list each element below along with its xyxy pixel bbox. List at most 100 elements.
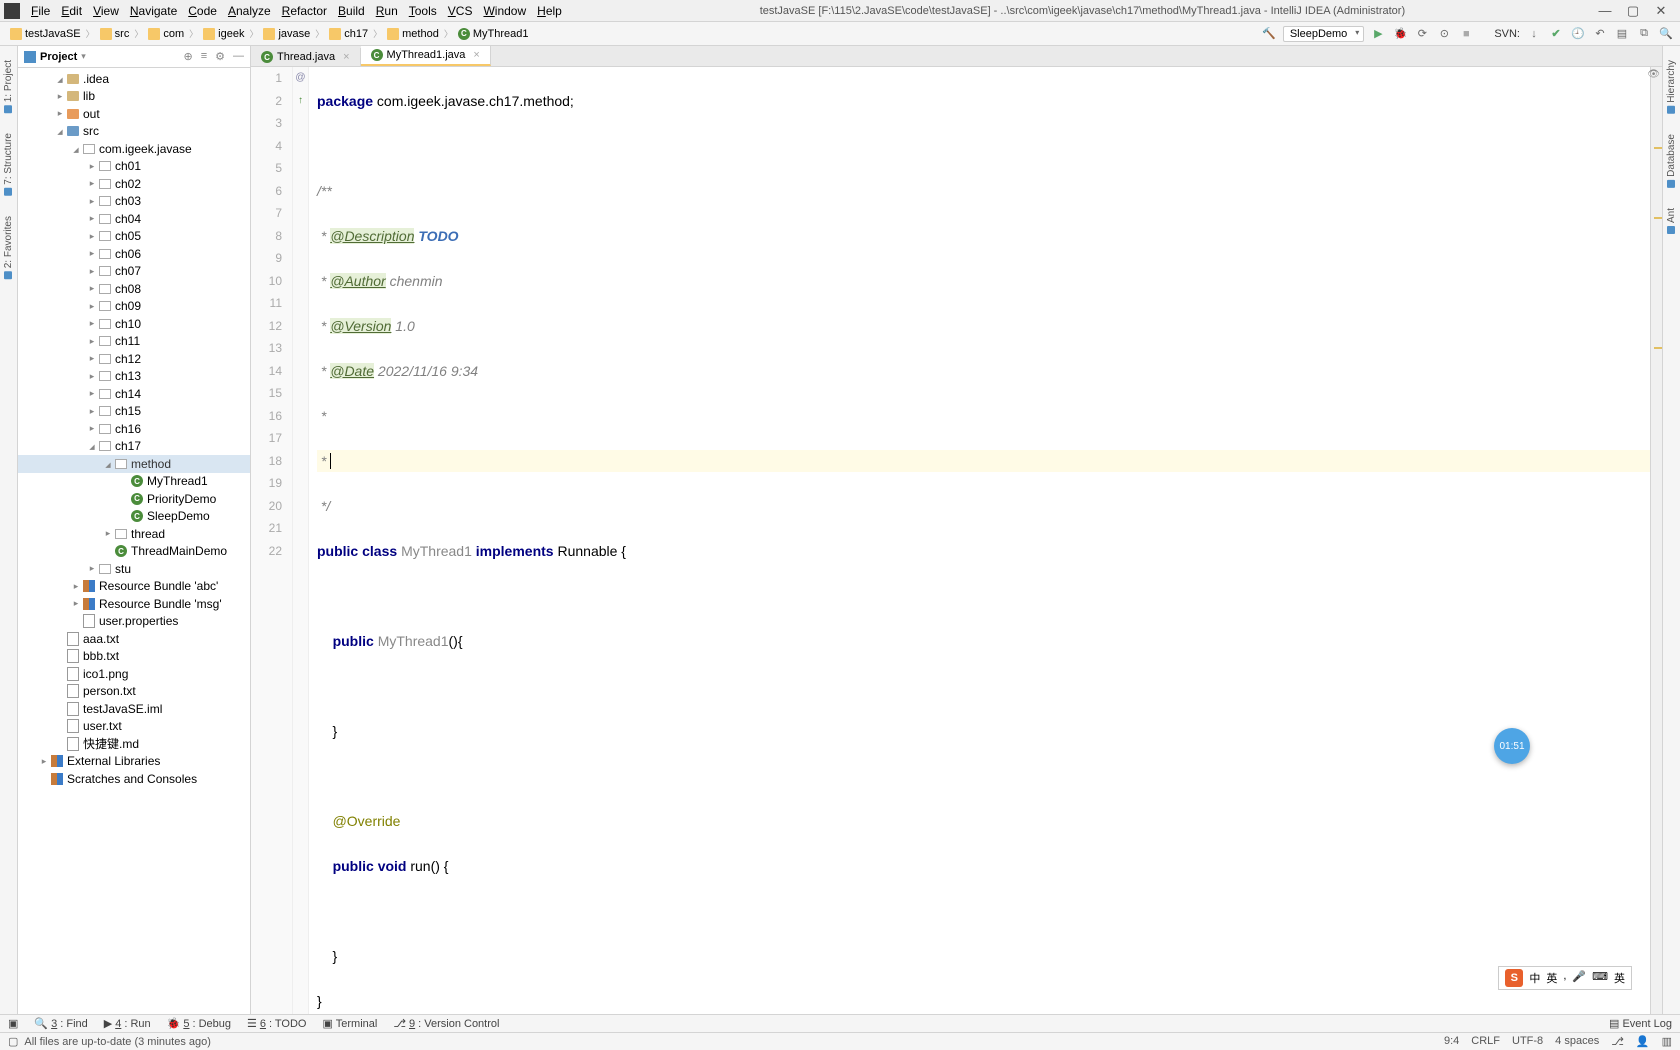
tree-node-prioritydemo[interactable]: CPriorityDemo <box>18 490 250 508</box>
svn-update-icon[interactable]: ↓ <box>1526 26 1542 42</box>
scroll-from-source-icon[interactable]: ⊕ <box>183 50 192 63</box>
close-tab-icon[interactable]: × <box>343 51 349 63</box>
warning-marker[interactable] <box>1654 347 1662 349</box>
tree-node-resource-bundle--abc-[interactable]: Resource Bundle 'abc' <box>18 578 250 596</box>
search-icon[interactable]: 🔍 <box>1658 26 1674 42</box>
tree-node-ch05[interactable]: ch05 <box>18 228 250 246</box>
svn-commit-icon[interactable]: ✔ <box>1548 26 1564 42</box>
tree-node-aaa-txt[interactable]: aaa.txt <box>18 630 250 648</box>
ime-lang[interactable]: 中 <box>1529 970 1540 986</box>
gutter-mark-icon[interactable]: @ <box>293 67 308 90</box>
file-encoding[interactable]: UTF-8 <box>1512 1035 1543 1048</box>
breadcrumb-mythread1[interactable]: CMyThread1 <box>454 27 533 41</box>
tree-node-ch08[interactable]: ch08 <box>18 280 250 298</box>
tree-node-user-properties[interactable]: user.properties <box>18 613 250 631</box>
ime-item[interactable]: ⌨ <box>1592 970 1608 986</box>
inspection-icon[interactable]: 👤 <box>1636 1035 1650 1048</box>
stop-icon[interactable]: ■ <box>1458 26 1474 42</box>
editor-tab-mythread1-java[interactable]: CMyThread1.java× <box>361 46 491 66</box>
tree-node-external-libraries[interactable]: External Libraries <box>18 753 250 771</box>
tree-node-src[interactable]: src <box>18 123 250 141</box>
tree-node-thread[interactable]: thread <box>18 525 250 543</box>
warning-marker[interactable] <box>1654 147 1662 149</box>
tool-tab-favorites[interactable]: 2: Favorites <box>1 210 16 285</box>
tree-node-com-igeek-javase[interactable]: com.igeek.javase <box>18 140 250 158</box>
maximize-button[interactable]: ▢ <box>1626 4 1640 18</box>
ime-item[interactable]: 🎤 <box>1572 970 1586 986</box>
tool-tab-ant[interactable]: Ant <box>1664 202 1679 240</box>
tree-node-person-txt[interactable]: person.txt <box>18 683 250 701</box>
warning-marker[interactable] <box>1654 217 1662 219</box>
bottom-tool-version-control[interactable]: ⎇ 9: Version Control <box>393 1017 499 1030</box>
breadcrumb-ch17[interactable]: ch17 <box>325 27 372 41</box>
tree-node-ch12[interactable]: ch12 <box>18 350 250 368</box>
tree-node--idea[interactable]: .idea <box>18 70 250 88</box>
panel-settings-icon[interactable]: ⚙ <box>215 50 225 63</box>
ime-item[interactable]: , <box>1563 970 1566 986</box>
sogou-icon[interactable]: S <box>1505 969 1523 987</box>
close-tab-icon[interactable]: × <box>473 49 479 61</box>
code-area[interactable]: package com.igeek.javase.ch17.method; /*… <box>309 67 1650 1014</box>
build-icon[interactable]: 🔨 <box>1261 26 1277 42</box>
minimize-button[interactable]: — <box>1598 4 1612 18</box>
tree-node-ch11[interactable]: ch11 <box>18 333 250 351</box>
tree-node-ch15[interactable]: ch15 <box>18 403 250 421</box>
line-ending[interactable]: CRLF <box>1471 1035 1500 1048</box>
project-dropdown-icon[interactable]: ▾ <box>81 51 86 62</box>
menu-view[interactable]: View <box>88 4 124 18</box>
run-icon[interactable]: ▶ <box>1370 26 1386 42</box>
menu-refactor[interactable]: Refactor <box>277 4 332 18</box>
menu-tools[interactable]: Tools <box>404 4 442 18</box>
menu-build[interactable]: Build <box>333 4 370 18</box>
caret-position[interactable]: 9:4 <box>1444 1035 1459 1048</box>
tree-node-ch16[interactable]: ch16 <box>18 420 250 438</box>
event-log-button[interactable]: ▤ Event Log <box>1609 1017 1672 1030</box>
editor-tab-thread-java[interactable]: CThread.java× <box>251 48 361 66</box>
menu-navigate[interactable]: Navigate <box>125 4 182 18</box>
collapse-all-icon[interactable]: ≡ <box>201 50 207 63</box>
override-gutter-icon[interactable]: ↑ <box>293 90 308 113</box>
menu-file[interactable]: File <box>26 4 55 18</box>
inspection-eye-icon[interactable]: 👁 <box>1647 69 1660 80</box>
run-config-select[interactable]: SleepDemo <box>1283 26 1364 42</box>
menu-run[interactable]: Run <box>371 4 403 18</box>
tree-node-stu[interactable]: stu <box>18 560 250 578</box>
coverage-icon[interactable]: ⟳ <box>1414 26 1430 42</box>
tree-node-lib[interactable]: lib <box>18 88 250 106</box>
indent-size[interactable]: 4 spaces <box>1555 1035 1599 1048</box>
bottom-tool-run[interactable]: ▶ 4: Run <box>104 1017 151 1030</box>
hide-panel-icon[interactable]: — <box>233 50 244 63</box>
menu-help[interactable]: Help <box>532 4 567 18</box>
tree-node-out[interactable]: out <box>18 105 250 123</box>
tool-tab-database[interactable]: Database <box>1664 128 1679 194</box>
menu-analyze[interactable]: Analyze <box>223 4 276 18</box>
tree-node-ch17[interactable]: ch17 <box>18 438 250 456</box>
tree-node-ch10[interactable]: ch10 <box>18 315 250 333</box>
tree-node-user-txt[interactable]: user.txt <box>18 718 250 736</box>
ime-item[interactable]: 英 <box>1546 970 1557 986</box>
tree-node-ch03[interactable]: ch03 <box>18 193 250 211</box>
tree-node-ch07[interactable]: ch07 <box>18 263 250 281</box>
tree-node-ch01[interactable]: ch01 <box>18 158 250 176</box>
tool-tab-hierarchy[interactable]: Hierarchy <box>1664 54 1679 120</box>
ime-bar[interactable]: S 中 英,🎤⌨英 <box>1498 966 1632 990</box>
breadcrumb-method[interactable]: method <box>383 27 443 41</box>
svn-history-icon[interactable]: 🕘 <box>1570 26 1586 42</box>
tree-node-resource-bundle--msg-[interactable]: Resource Bundle 'msg' <box>18 595 250 613</box>
breadcrumb-com[interactable]: com <box>144 27 188 41</box>
tree-node-sleepdemo[interactable]: CSleepDemo <box>18 508 250 526</box>
tree-node-ch09[interactable]: ch09 <box>18 298 250 316</box>
bottom-tool-terminal[interactable]: ▣ Terminal <box>323 1017 378 1030</box>
tree-node-ch13[interactable]: ch13 <box>18 368 250 386</box>
breadcrumb-javase[interactable]: javase <box>259 27 314 41</box>
tree-node-----md[interactable]: 快捷键.md <box>18 735 250 753</box>
tool-tab-structure[interactable]: 7: Structure <box>1 127 16 202</box>
tree-node-ch06[interactable]: ch06 <box>18 245 250 263</box>
breadcrumb-src[interactable]: src <box>96 27 134 41</box>
timer-overlay[interactable]: 01:51 <box>1494 728 1530 764</box>
tree-node-threadmaindemo[interactable]: CThreadMainDemo <box>18 543 250 561</box>
menu-code[interactable]: Code <box>183 4 222 18</box>
tree-node-testjavase-iml[interactable]: testJavaSE.iml <box>18 700 250 718</box>
project-tree[interactable]: .idealiboutsrccom.igeek.javasech01ch02ch… <box>18 68 250 1014</box>
tool-messages-icon[interactable]: ▣ <box>8 1017 18 1030</box>
